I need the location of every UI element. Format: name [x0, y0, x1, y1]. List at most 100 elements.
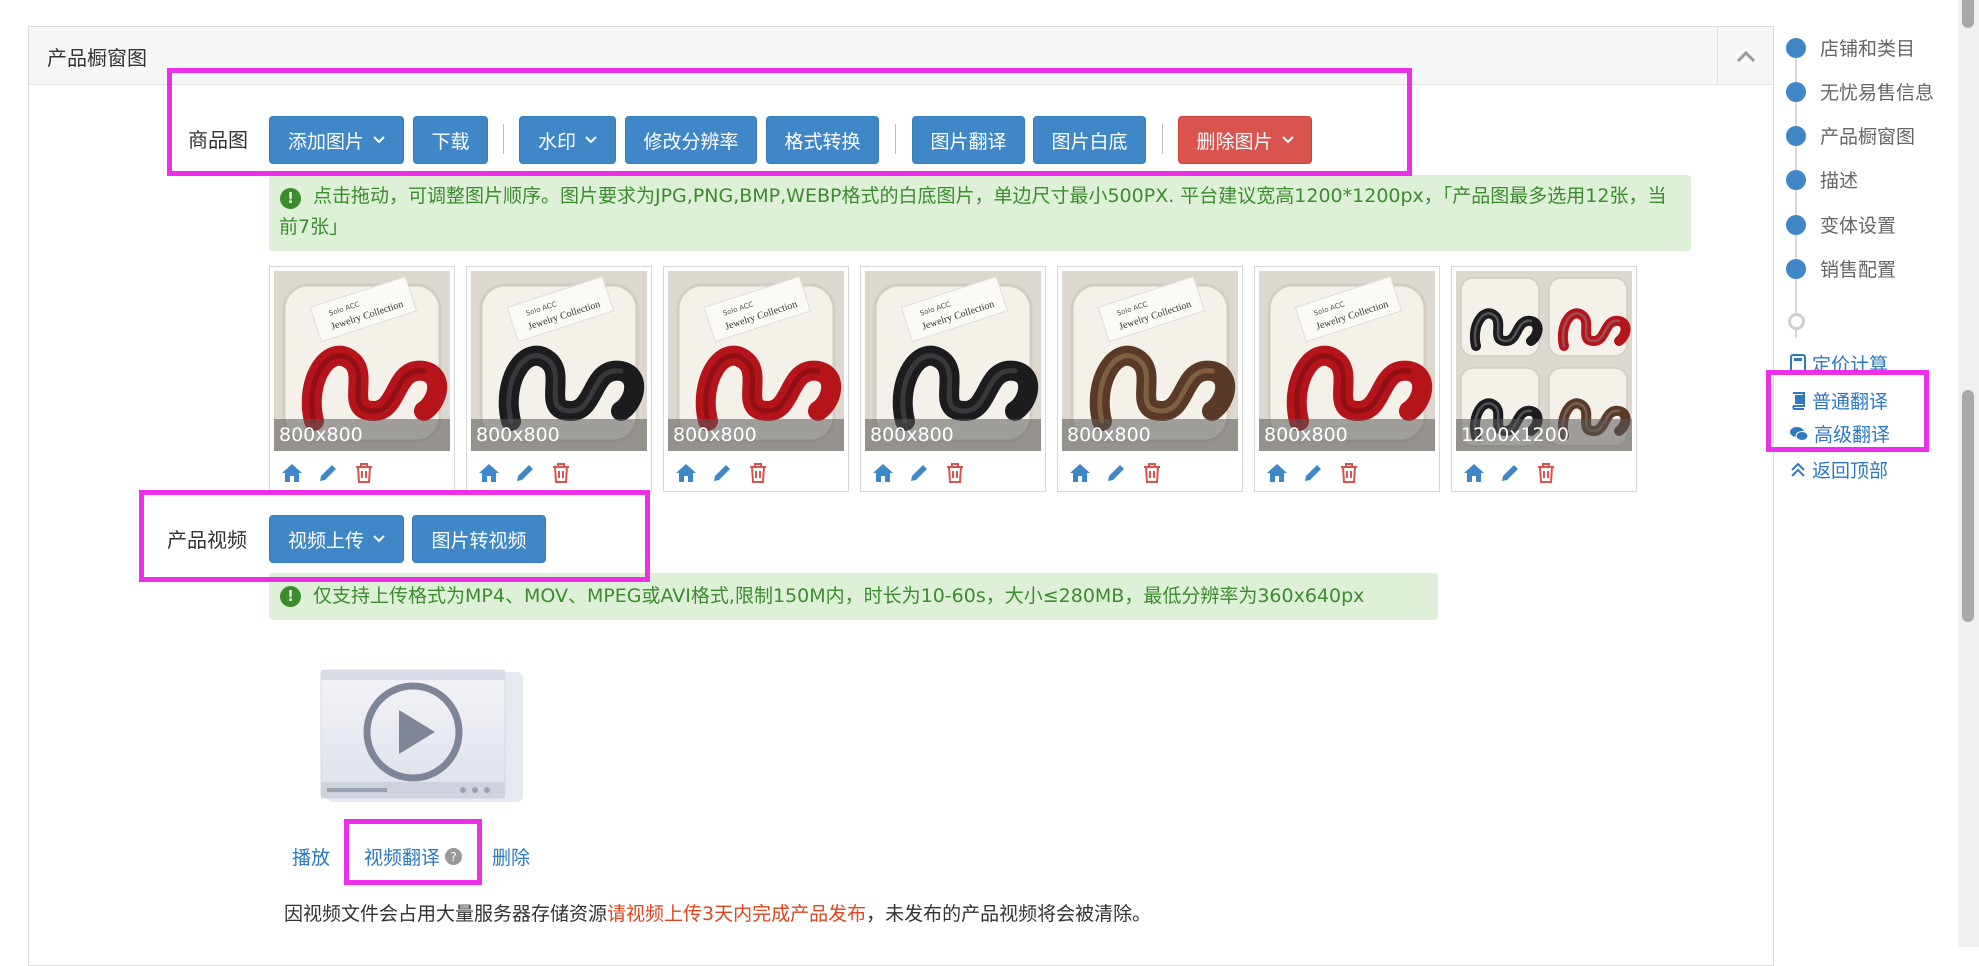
image-size-label: 800x800 — [274, 419, 450, 451]
trash-icon[interactable] — [943, 461, 967, 485]
thumbnail-actions — [674, 461, 770, 485]
exclamation-icon: ! — [280, 188, 301, 209]
nav-empty-dot — [1788, 313, 1805, 330]
collapse-button[interactable] — [1717, 27, 1773, 85]
nav-item[interactable]: 店铺和类目 — [1786, 34, 1915, 61]
question-icon[interactable]: ? — [445, 848, 463, 865]
product-image[interactable]: 1200x1200 — [1456, 271, 1632, 451]
nav-item[interactable]: 描述 — [1786, 166, 1858, 193]
pencil-icon[interactable] — [513, 461, 537, 485]
delete-image-button[interactable]: 删除图片 — [1178, 116, 1312, 164]
trash-icon[interactable] — [746, 461, 770, 485]
nav-item-label: 变体设置 — [1820, 215, 1897, 237]
pencil-icon[interactable] — [710, 461, 734, 485]
normal-translate-link[interactable]: 普通翻译 — [1790, 387, 1888, 414]
chevron-down-icon — [1281, 136, 1294, 144]
nav-item-label: 描述 — [1820, 170, 1859, 192]
home-icon[interactable] — [1265, 461, 1289, 485]
scrollbar-thumb[interactable] — [1962, 390, 1974, 622]
pencil-icon[interactable] — [1301, 461, 1325, 485]
thumbnail-actions — [280, 461, 376, 485]
double-chevron-up-icon — [1790, 462, 1806, 478]
pencil-icon[interactable] — [316, 461, 340, 485]
home-icon[interactable] — [674, 461, 698, 485]
trash-icon[interactable] — [1337, 461, 1361, 485]
image-thumbnail[interactable]: Solo ACC Jewelry Collection 800x800 — [663, 266, 849, 492]
home-icon[interactable] — [871, 461, 895, 485]
trash-icon[interactable] — [1140, 461, 1164, 485]
vertical-scrollbar[interactable] — [1958, 0, 1979, 947]
nav-item[interactable]: 变体设置 — [1786, 211, 1896, 238]
image-size-label: 1200x1200 — [1456, 419, 1632, 451]
trash-icon[interactable] — [352, 461, 376, 485]
product-image[interactable]: Solo ACC Jewelry Collection 800x800 — [1062, 271, 1238, 451]
video-translate-link[interactable]: 视频翻译 ? — [364, 843, 463, 870]
nav-dot — [1786, 81, 1806, 102]
chevron-down-icon — [373, 136, 385, 144]
product-image[interactable]: Solo ACC Jewelry Collection 800x800 — [1259, 271, 1435, 451]
image-requirements-text: 点击拖动，可调整图片顺序。图片要求为JPG,PNG,BMP,WEBP格式的白底图… — [279, 185, 1667, 238]
download-button[interactable]: 下载 — [413, 116, 488, 164]
panel-header: 产品橱窗图 — [29, 27, 1773, 85]
image-size-label: 800x800 — [865, 419, 1041, 451]
pencil-icon[interactable] — [1498, 461, 1522, 485]
resize-button[interactable]: 修改分辨率 — [625, 116, 757, 164]
panel-title: 产品橱窗图 — [47, 46, 147, 70]
nav-item[interactable]: 销售配置 — [1786, 255, 1896, 282]
white-bg-button[interactable]: 图片白底 — [1033, 116, 1146, 164]
play-video-link[interactable]: 播放 — [292, 843, 330, 870]
calculator-icon — [1790, 354, 1806, 372]
nav-dot — [1786, 37, 1806, 58]
image-thumbnail[interactable]: 1200x1200 — [1451, 266, 1637, 492]
nav-item[interactable]: 产品橱窗图 — [1786, 122, 1915, 149]
nav-dot — [1786, 258, 1806, 279]
product-image[interactable]: Solo ACC Jewelry Collection 800x800 — [471, 271, 647, 451]
video-preview[interactable] — [319, 668, 531, 809]
image-thumbnail[interactable]: Solo ACC Jewelry Collection 800x800 — [269, 266, 455, 492]
image-thumbnail[interactable]: Solo ACC Jewelry Collection 800x800 — [1057, 266, 1243, 492]
chevron-up-icon — [1736, 50, 1755, 63]
product-video-label: 产品视频 — [167, 528, 247, 552]
book-icon — [1790, 391, 1806, 410]
thumbnail-actions — [1265, 461, 1361, 485]
thumbnail-actions — [477, 461, 573, 485]
format-convert-button[interactable]: 格式转换 — [766, 116, 879, 164]
chat-bubbles-icon — [1790, 426, 1808, 442]
trash-icon[interactable] — [1534, 461, 1558, 485]
product-image[interactable]: Solo ACC Jewelry Collection 800x800 — [274, 271, 450, 451]
image-size-label: 800x800 — [668, 419, 844, 451]
image-thumbnail[interactable]: Solo ACC Jewelry Collection 800x800 — [860, 266, 1046, 492]
home-icon[interactable] — [477, 461, 501, 485]
back-to-top-link[interactable]: 返回顶部 — [1790, 456, 1888, 483]
product-image[interactable]: Solo ACC Jewelry Collection 800x800 — [865, 271, 1041, 451]
nav-dot — [1786, 125, 1806, 146]
delete-video-link[interactable]: 删除 — [492, 843, 530, 870]
nav-dot — [1786, 214, 1806, 235]
add-image-button[interactable]: 添加图片 — [269, 116, 404, 164]
home-icon[interactable] — [280, 461, 304, 485]
nav-dot — [1786, 169, 1806, 190]
trash-icon[interactable] — [549, 461, 573, 485]
pencil-icon[interactable] — [1104, 461, 1128, 485]
nav-item-label: 销售配置 — [1820, 259, 1897, 281]
home-icon[interactable] — [1462, 461, 1486, 485]
advanced-translate-link[interactable]: 高级翻译 — [1790, 420, 1890, 447]
video-deadline-warning: 请视频上传3天内完成产品发布 — [607, 903, 867, 925]
scrollbar-cap — [1962, 0, 1974, 28]
image-thumbnail[interactable]: Solo ACC Jewelry Collection 800x800 — [466, 266, 652, 492]
thumbnail-actions — [1462, 461, 1558, 485]
image-thumbnail[interactable]: Solo ACC Jewelry Collection 800x800 — [1254, 266, 1440, 492]
image-translate-button[interactable]: 图片翻译 — [912, 116, 1025, 164]
watermark-button[interactable]: 水印 — [519, 116, 616, 164]
product-images-label: 商品图 — [188, 128, 248, 152]
image-size-label: 800x800 — [471, 419, 647, 451]
image-to-video-button[interactable]: 图片转视频 — [412, 515, 546, 563]
pricing-calc-link[interactable]: 定价计算 — [1790, 353, 1888, 373]
video-upload-button[interactable]: 视频上传 — [269, 515, 404, 563]
right-side-nav: 店铺和类目无忧易售信息 产品橱窗图描述变体设置销售配置 定价计算 普通翻译 高级翻… — [1778, 0, 1958, 947]
pencil-icon[interactable] — [907, 461, 931, 485]
nav-item[interactable]: 无忧易售信息 — [1786, 78, 1934, 105]
product-image[interactable]: Solo ACC Jewelry Collection 800x800 — [668, 271, 844, 451]
thumbnail-actions — [1068, 461, 1164, 485]
home-icon[interactable] — [1068, 461, 1092, 485]
